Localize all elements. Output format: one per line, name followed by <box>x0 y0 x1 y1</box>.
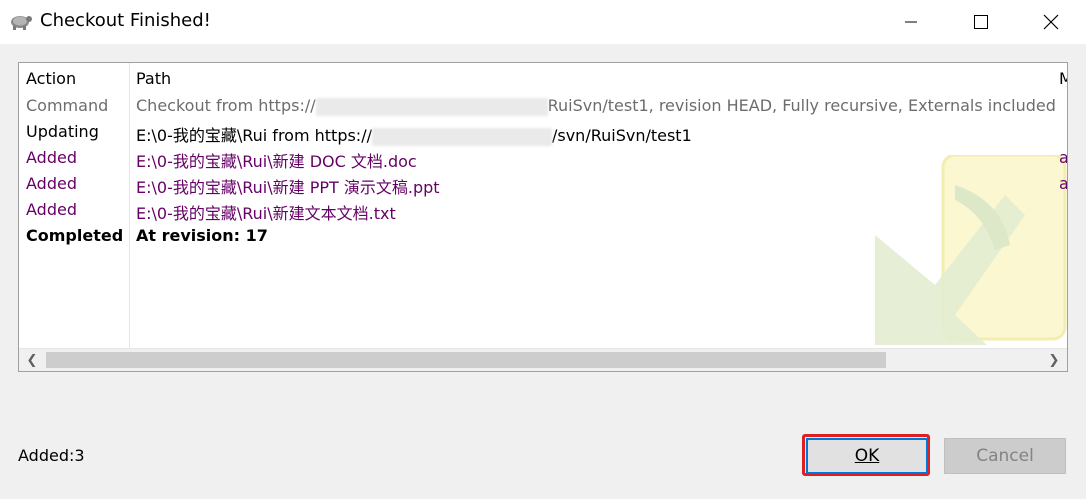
minimize-icon <box>905 21 917 23</box>
tortoise-svn-icon <box>11 16 32 30</box>
redacted-url <box>371 127 552 146</box>
path-end: RuiSvn/test1, revision HEAD, Fully recur… <box>547 96 1056 115</box>
cancel-label: Cancel <box>976 446 1034 466</box>
header-action[interactable]: Action <box>26 69 76 88</box>
ok-button[interactable]: OK <box>806 438 928 474</box>
path-start: E:\0-我的宝藏\Rui from https:// <box>136 126 372 145</box>
header-mime[interactable]: M <box>1059 69 1067 88</box>
row-mime: a <box>1059 148 1068 167</box>
row-path: Checkout from https:// RuiSvn/test1, revi… <box>136 96 1056 116</box>
title-bar: Checkout Finished! <box>0 0 1086 44</box>
row-action: Command <box>26 96 109 115</box>
close-button[interactable] <box>1016 0 1086 44</box>
row-mime: a <box>1059 174 1068 193</box>
row-path: At revision: 17 <box>136 226 268 245</box>
row-path: E:\0-我的宝藏\Rui\新建文本文档.txt <box>136 204 396 223</box>
row-action: Completed <box>26 226 124 245</box>
minimize-button[interactable] <box>876 0 946 44</box>
row-action: Added <box>26 148 77 167</box>
row-path: E:\0-我的宝藏\Rui from https:// /svn/RuiSvn/t… <box>136 122 692 146</box>
window-title: Checkout Finished! <box>40 10 211 31</box>
row-action: Updating <box>26 122 99 141</box>
redacted-url <box>315 97 548 116</box>
scroll-left-icon[interactable]: ❮ <box>21 349 43 371</box>
maximize-button[interactable] <box>946 0 1016 44</box>
scroll-thumb[interactable] <box>46 352 886 368</box>
scroll-right-icon[interactable]: ❯ <box>1043 349 1065 371</box>
cancel-button[interactable]: Cancel <box>944 438 1066 474</box>
table-row[interactable]: Added E:\0-我的宝藏\Rui\新建文本文档.txt <box>19 200 1067 226</box>
table-row[interactable]: Completed At revision: 17 <box>19 226 1067 252</box>
close-icon <box>1043 14 1059 30</box>
table-row[interactable]: Added E:\0-我的宝藏\Rui\新建 DOC 文档.doc a <box>19 148 1068 174</box>
header-path[interactable]: Path <box>136 69 171 88</box>
row-path: E:\0-我的宝藏\Rui\新建 PPT 演示文稿.ppt <box>136 178 440 197</box>
ok-label: OK <box>854 446 880 466</box>
path-end: /svn/RuiSvn/test1 <box>551 126 692 145</box>
row-path: E:\0-我的宝藏\Rui\新建 DOC 文档.doc <box>136 152 417 171</box>
table-row[interactable]: Command Checkout from https:// RuiSvn/tes… <box>19 96 1067 122</box>
maximize-icon <box>974 15 988 29</box>
row-action: Added <box>26 200 77 219</box>
table-row[interactable]: Added E:\0-我的宝藏\Rui\新建 PPT 演示文稿.ppt a <box>19 174 1068 200</box>
path-start: Checkout from https:// <box>136 96 316 115</box>
table-row[interactable]: Updating E:\0-我的宝藏\Rui from https:// /svn… <box>19 122 1067 148</box>
result-list[interactable]: Action Path M Command Checkout from http… <box>18 62 1068 372</box>
horizontal-scrollbar[interactable]: ❮ ❯ <box>19 348 1067 371</box>
status-text: Added:3 <box>18 446 85 465</box>
row-action: Added <box>26 174 77 193</box>
